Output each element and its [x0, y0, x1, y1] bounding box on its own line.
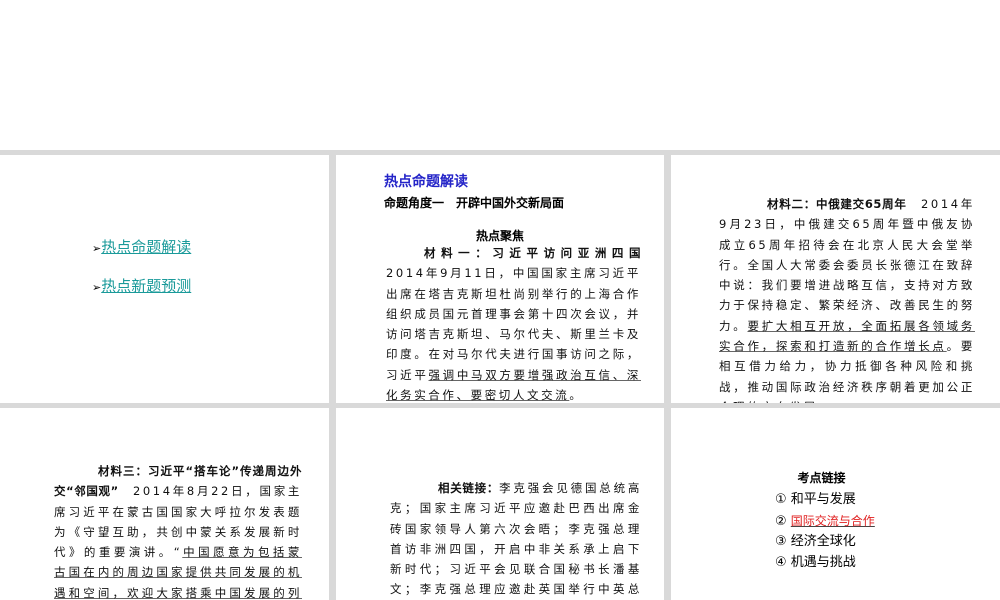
- nav-link-hot-topic-analysis[interactable]: ➢热点命题解读: [92, 236, 191, 257]
- slide-2-material-one: 热点命题解读 命题角度一 开辟中国外交新局面 热点聚焦 材料一：习近平访问亚洲四…: [336, 155, 664, 403]
- slide-5-related-links: 相关链接：李克强会见德国总统高克；国家主席习近平应邀赴巴西出席金砖国家领导人第六…: [336, 408, 664, 600]
- slide-1-navigation: ➢热点命题解读 ➢热点新题预测: [0, 155, 329, 403]
- list-item: ③ 经济全球化: [775, 534, 856, 549]
- arrow-bullet-icon: ➢: [92, 281, 102, 294]
- slide-3-material-two: 材料二：中俄建交65周年 2014年9月23日，中俄建交65周年暨中俄友协成立6…: [671, 155, 1000, 403]
- slide-6-exam-points: 考点链接 ① 和平与发展 ② 国际交流与合作 ③ 经济全球化 ④ 机遇与挑战: [671, 408, 1000, 600]
- material-two-text: 材料二：中俄建交65周年 2014年9月23日，中俄建交65周年暨中俄友协成立6…: [719, 197, 976, 403]
- list-item: ② 国际交流与合作: [775, 513, 875, 529]
- section-subtitle: 命题角度一 开辟中国外交新局面: [384, 196, 565, 210]
- nav-link-hot-topic-forecast[interactable]: ➢热点新题预测: [92, 275, 191, 296]
- section-title: 热点命题解读: [384, 174, 468, 190]
- arrow-bullet-icon: ➢: [92, 242, 102, 255]
- list-item: ① 和平与发展: [775, 492, 856, 507]
- focus-heading: 热点聚焦: [475, 229, 524, 243]
- list-item: ④ 机遇与挑战: [775, 554, 856, 570]
- slide-4-material-three: 材料三：习近平“搭车论”传递周边外交“邻国观” 2014年8月22日，国家主席习…: [0, 408, 329, 600]
- material-three-text: 材料三：习近平“搭车论”传递周边外交“邻国观” 2014年8月22日，国家主席习…: [54, 464, 302, 600]
- related-links-text: 相关链接：李克强会见德国总统高克；国家主席习近平应邀赴巴西出席金砖国家领导人第六…: [390, 481, 643, 597]
- material-one-text: 材料一：习近平访问亚洲四国 2014年9月11日，中国国家主席习近平出席在塔吉克…: [386, 246, 641, 403]
- exam-points-list: ① 和平与发展 ② 国际交流与合作 ③ 经济全球化 ④ 机遇与挑战: [775, 490, 875, 573]
- exam-points-heading: 考点链接: [797, 471, 846, 485]
